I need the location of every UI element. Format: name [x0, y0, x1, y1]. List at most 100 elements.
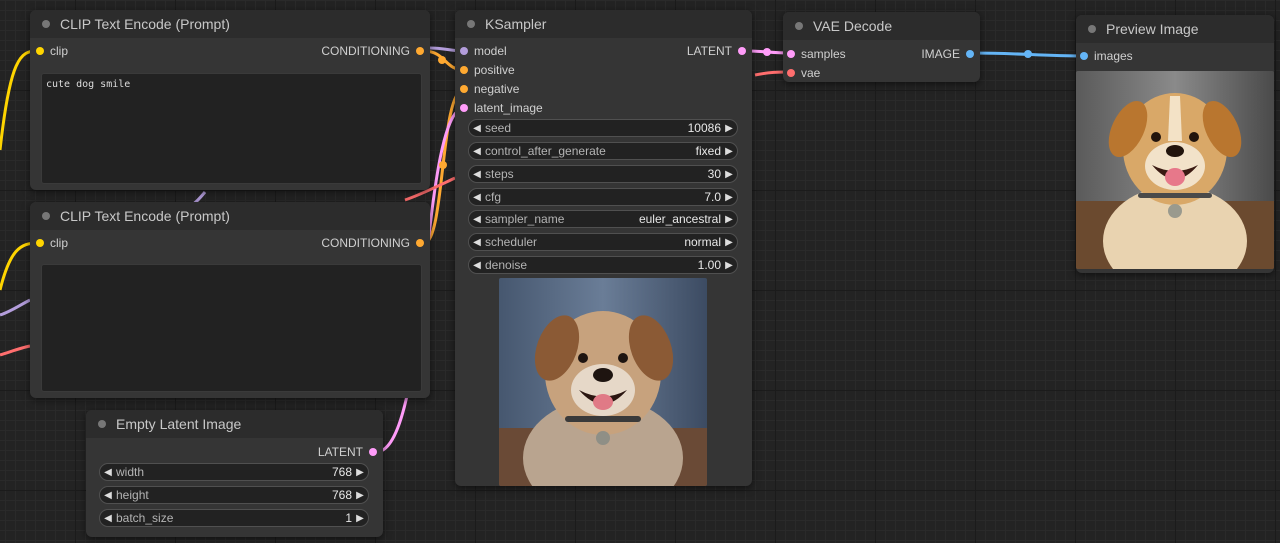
collapse-dot-icon[interactable] — [42, 212, 50, 220]
output-preview-image[interactable] — [1076, 71, 1274, 269]
collapse-dot-icon[interactable] — [795, 22, 803, 30]
decrement-arrow-icon[interactable]: ◀ — [100, 467, 116, 478]
slot-label: negative — [474, 82, 520, 96]
input-slot-vae[interactable]: vae — [787, 65, 820, 81]
decrement-arrow-icon[interactable]: ◀ — [469, 169, 485, 180]
widget-value: 1 — [345, 511, 352, 525]
decrement-arrow-icon[interactable]: ◀ — [100, 513, 116, 524]
increment-arrow-icon[interactable]: ▶ — [721, 146, 737, 157]
widget-label: scheduler — [485, 235, 538, 249]
slot-dot-icon[interactable] — [36, 47, 44, 55]
collapse-dot-icon[interactable] — [467, 20, 475, 28]
collapse-dot-icon[interactable] — [1088, 25, 1096, 33]
output-slot-conditioning[interactable]: CONDITIONING — [321, 235, 424, 251]
increment-arrow-icon[interactable]: ▶ — [721, 169, 737, 180]
decrement-arrow-icon[interactable]: ◀ — [469, 146, 485, 157]
decrement-arrow-icon[interactable]: ◀ — [100, 490, 116, 501]
widget-label: denoise — [485, 258, 528, 272]
input-slot-positive[interactable]: positive — [460, 62, 515, 78]
slot-label: images — [1094, 49, 1133, 63]
slot-dot-icon[interactable] — [460, 85, 468, 93]
input-slot-negative[interactable]: negative — [460, 81, 519, 97]
widget-width[interactable]: ◀ width 768 ▶ — [99, 463, 369, 481]
wire-reroute-dot — [438, 56, 446, 64]
node-title-bar[interactable]: CLIP Text Encode (Prompt) — [30, 202, 430, 230]
output-slot-latent[interactable]: LATENT — [318, 444, 377, 460]
input-slot-model[interactable]: model — [460, 43, 507, 59]
widget-seed[interactable]: ◀ seed 10086 ▶ — [468, 119, 738, 137]
dog-picture-icon — [1076, 71, 1274, 269]
increment-arrow-icon[interactable]: ▶ — [721, 214, 737, 225]
empty-latent-image-node[interactable]: Empty Latent Image LATENT ◀ width 768 ▶ … — [86, 410, 383, 537]
slot-label: model — [474, 44, 507, 58]
increment-arrow-icon[interactable]: ▶ — [721, 123, 737, 134]
decrement-arrow-icon[interactable]: ◀ — [469, 237, 485, 248]
decrement-arrow-icon[interactable]: ◀ — [469, 260, 485, 271]
widget-label: cfg — [485, 190, 502, 204]
slot-dot-icon[interactable] — [460, 47, 468, 55]
input-slot-samples[interactable]: samples — [787, 46, 846, 62]
widget-denoise[interactable]: ◀ denoise 1.00 ▶ — [468, 256, 738, 274]
ksampler-node[interactable]: KSampler model positive negative latent_… — [455, 10, 752, 486]
slot-dot-icon[interactable] — [416, 47, 424, 55]
prompt-textarea[interactable]: cute dog smile — [41, 73, 422, 184]
slot-dot-icon[interactable] — [966, 50, 974, 58]
widget-cfg[interactable]: ◀ cfg 7.0 ▶ — [468, 188, 738, 206]
widget-batch-size[interactable]: ◀ batch_size 1 ▶ — [99, 509, 369, 527]
output-slot-conditioning[interactable]: CONDITIONING — [321, 43, 424, 59]
output-slot-image[interactable]: IMAGE — [921, 46, 974, 62]
clip-text-encode-negative-node[interactable]: CLIP Text Encode (Prompt) clip CONDITION… — [30, 202, 430, 398]
node-title-bar[interactable]: Empty Latent Image — [86, 410, 383, 438]
slot-dot-icon[interactable] — [416, 239, 424, 247]
slot-label: CONDITIONING — [321, 236, 410, 250]
vae-decode-node[interactable]: VAE Decode samples vae IMAGE — [783, 12, 980, 82]
slot-dot-icon[interactable] — [460, 66, 468, 74]
increment-arrow-icon[interactable]: ▶ — [352, 513, 368, 524]
increment-arrow-icon[interactable]: ▶ — [352, 490, 368, 501]
dog-picture-icon — [499, 278, 707, 486]
node-title-bar[interactable]: CLIP Text Encode (Prompt) — [30, 10, 430, 38]
slot-dot-icon[interactable] — [1080, 52, 1088, 60]
slot-dot-icon[interactable] — [787, 69, 795, 77]
node-title: VAE Decode — [813, 18, 893, 34]
widget-control-after-generate[interactable]: ◀ control_after_generate fixed ▶ — [468, 142, 738, 160]
widget-height[interactable]: ◀ height 768 ▶ — [99, 486, 369, 504]
input-slot-clip[interactable]: clip — [36, 235, 68, 251]
increment-arrow-icon[interactable]: ▶ — [721, 192, 737, 203]
increment-arrow-icon[interactable]: ▶ — [721, 260, 737, 271]
output-slot-latent[interactable]: LATENT — [687, 43, 746, 59]
increment-arrow-icon[interactable]: ▶ — [352, 467, 368, 478]
decrement-arrow-icon[interactable]: ◀ — [469, 192, 485, 203]
slot-dot-icon[interactable] — [460, 104, 468, 112]
slot-dot-icon[interactable] — [36, 239, 44, 247]
widget-steps[interactable]: ◀ steps 30 ▶ — [468, 165, 738, 183]
widget-scheduler[interactable]: ◀ scheduler normal ▶ — [468, 233, 738, 251]
prompt-textarea[interactable] — [41, 264, 422, 392]
widget-label: height — [116, 488, 149, 502]
preview-image-node[interactable]: Preview Image images — [1076, 15, 1274, 273]
slot-dot-icon[interactable] — [369, 448, 377, 456]
collapse-dot-icon[interactable] — [42, 20, 50, 28]
input-slot-clip[interactable]: clip — [36, 43, 68, 59]
wire-reroute-dot — [1024, 50, 1032, 58]
node-title-bar[interactable]: Preview Image — [1076, 15, 1274, 43]
node-title: Empty Latent Image — [116, 416, 242, 432]
increment-arrow-icon[interactable]: ▶ — [721, 237, 737, 248]
collapse-dot-icon[interactable] — [98, 420, 106, 428]
decrement-arrow-icon[interactable]: ◀ — [469, 123, 485, 134]
widget-sampler-name[interactable]: ◀ sampler_name euler_ancestral ▶ — [468, 210, 738, 228]
input-slot-latent-image[interactable]: latent_image — [460, 100, 543, 116]
node-title-bar[interactable]: VAE Decode — [783, 12, 980, 40]
clip-text-encode-positive-node[interactable]: CLIP Text Encode (Prompt) clip CONDITION… — [30, 10, 430, 190]
decrement-arrow-icon[interactable]: ◀ — [469, 214, 485, 225]
input-slot-images[interactable]: images — [1080, 48, 1133, 64]
slot-dot-icon[interactable] — [738, 47, 746, 55]
widget-value: fixed — [695, 144, 721, 158]
widget-label: seed — [485, 121, 512, 135]
wire-reroute-dot — [763, 48, 771, 56]
slot-label: LATENT — [317, 445, 363, 459]
node-title: KSampler — [485, 16, 547, 32]
slot-dot-icon[interactable] — [787, 50, 795, 58]
node-title-bar[interactable]: KSampler — [455, 10, 752, 38]
widget-value: 10086 — [687, 121, 721, 135]
